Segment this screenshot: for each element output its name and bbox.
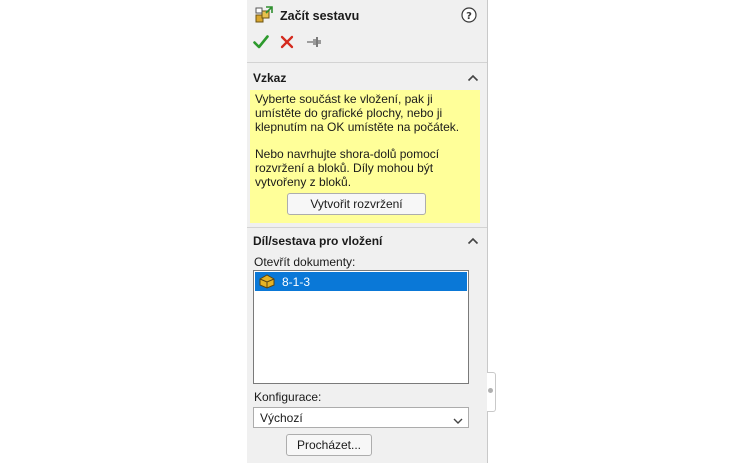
open-documents-label: Otevřít dokumenty: (254, 255, 356, 269)
open-documents-list[interactable]: 8-1-3 (253, 270, 469, 384)
begin-assembly-icon (255, 6, 273, 24)
property-manager-panel: Začít sestavu ? Vzkaz Vyberte součást ke… (247, 0, 488, 463)
ok-check-icon[interactable] (252, 33, 270, 51)
create-layout-button[interactable]: Vytvořit rozvržení (287, 193, 426, 215)
pushpin-icon[interactable] (305, 33, 323, 51)
chevron-up-icon[interactable] (467, 72, 479, 82)
message-text-2: Nebo navrhujte shora-dolů pomocí rozvrže… (255, 147, 440, 189)
help-question-icon[interactable]: ? (461, 7, 477, 23)
handle-dot (488, 388, 493, 393)
document-name: 8-1-3 (282, 275, 311, 289)
chevron-up-icon[interactable] (467, 235, 479, 245)
insert-section-title: Díl/sestava pro vložení (253, 234, 383, 248)
browse-button[interactable]: Procházet... (286, 434, 372, 456)
divider (247, 62, 487, 63)
panel-header: Začít sestavu ? (255, 6, 481, 26)
configuration-label: Konfigurace: (254, 390, 322, 404)
insert-section-header[interactable]: Díl/sestava pro vložení (253, 232, 481, 250)
configuration-value: Výchozí (260, 411, 303, 425)
divider (247, 227, 487, 228)
list-item[interactable]: 8-1-3 (255, 272, 467, 291)
message-text-1: Vyberte součást ke vložení, pak ji umíst… (255, 92, 460, 134)
cancel-x-icon[interactable] (278, 33, 296, 51)
panel-title: Začít sestavu (280, 9, 360, 23)
configuration-select[interactable]: Výchozí (253, 407, 469, 428)
chevron-down-icon (453, 414, 463, 424)
message-section-title: Vzkaz (253, 71, 287, 85)
svg-text:?: ? (466, 11, 472, 22)
part-icon (258, 273, 276, 289)
message-section-header[interactable]: Vzkaz (253, 69, 481, 87)
